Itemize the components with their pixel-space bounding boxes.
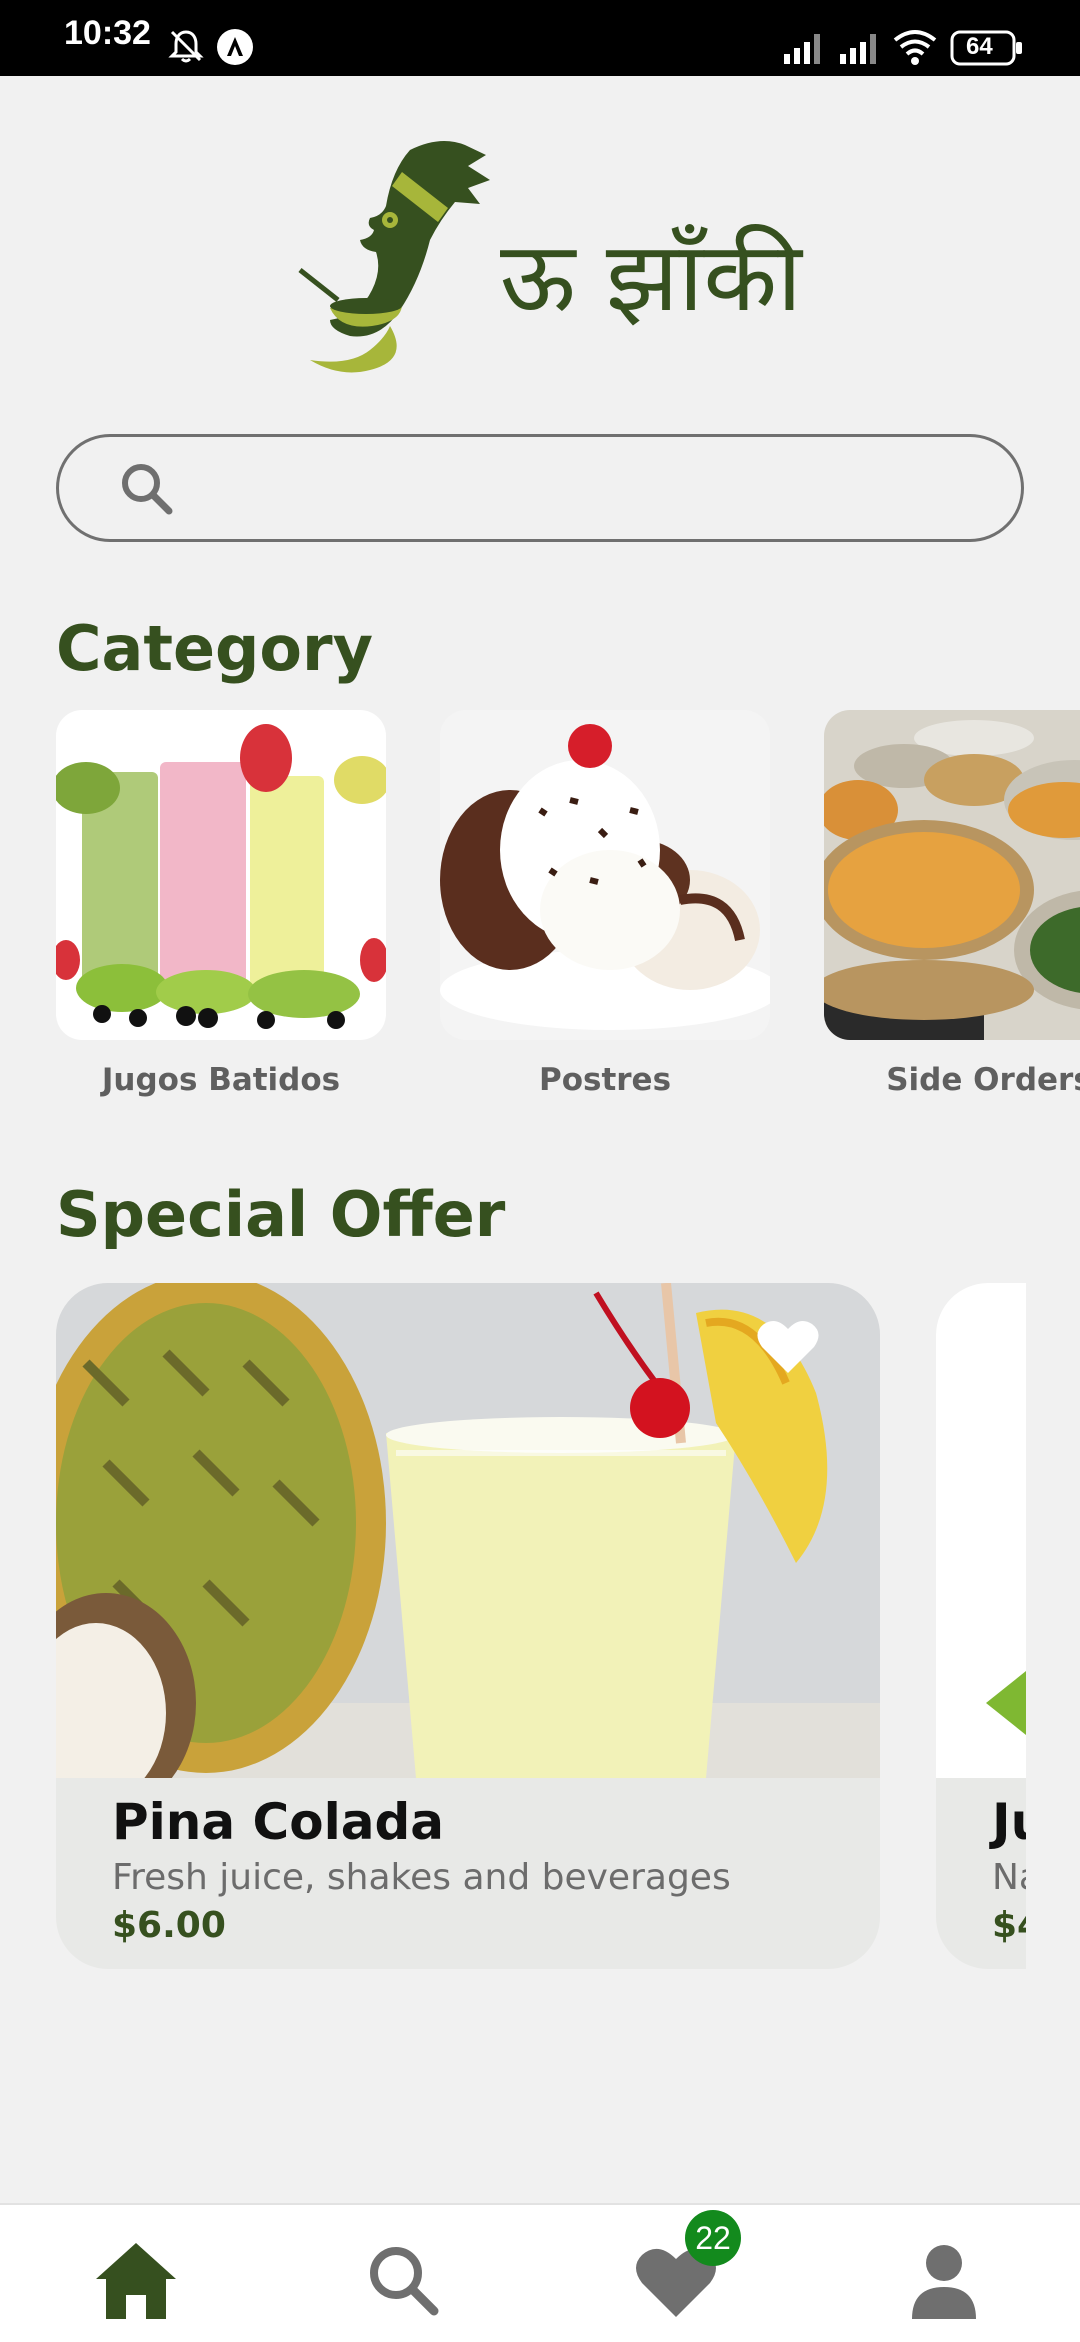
- category-image-side-orders: [824, 710, 1080, 1040]
- offer-name: Pina Colada: [112, 1793, 444, 1851]
- search-input[interactable]: [189, 457, 973, 523]
- category-image-dessert: [440, 710, 770, 1040]
- offer-card-pina-colada[interactable]: Pina Colada Fresh juice, shakes and beve…: [56, 1283, 880, 1969]
- person-icon[interactable]: [896, 2233, 992, 2329]
- brand-logo: ऊ झाँकी: [290, 130, 810, 380]
- category-image-smoothies: [56, 710, 386, 1040]
- status-bar: 10:32 64: [0, 0, 1080, 76]
- home-icon[interactable]: [88, 2233, 184, 2329]
- category-title: Category: [56, 612, 373, 685]
- wifi-icon: [893, 30, 937, 65]
- category-label: Jugos Batidos: [101, 1062, 341, 1098]
- bottom-navigation: [0, 2203, 1080, 2342]
- signal-icon: [840, 34, 876, 64]
- signal-icon: [784, 34, 820, 64]
- special-offer-list[interactable]: Pina Colada Fresh juice, shakes and beve…: [56, 1283, 1026, 1973]
- category-label: Postres: [538, 1062, 672, 1098]
- category-label: Side Orders: [886, 1062, 1080, 1098]
- offer-price: $4: [992, 1905, 1026, 1946]
- category-item-postres[interactable]: Postres: [440, 710, 770, 1098]
- special-offer-title: Special Offer: [56, 1178, 506, 1251]
- offer-name: Ju: [992, 1793, 1026, 1851]
- offer-description: Na: [992, 1857, 1026, 1898]
- battery-level: 64: [966, 33, 993, 60]
- offer-image-next: [936, 1283, 1026, 1778]
- offer-card-next[interactable]: Ju Na $4: [936, 1283, 1026, 1969]
- category-item-jugos-batidos[interactable]: Jugos Batidos: [56, 710, 386, 1098]
- search-icon[interactable]: [356, 2233, 452, 2329]
- search-icon: [122, 464, 173, 515]
- favorite-heart-icon[interactable]: [756, 1319, 820, 1375]
- bell-off-icon: [168, 30, 204, 63]
- app-notification-icon: [217, 29, 253, 65]
- logo-text: ऊ झाँकी: [500, 221, 802, 333]
- offer-description: Fresh juice, shakes and beverages: [112, 1857, 731, 1898]
- status-time: 10:32: [64, 14, 151, 52]
- favorites-badge: 22: [685, 2210, 741, 2266]
- offer-price: $6.00: [112, 1905, 226, 1946]
- search-bar[interactable]: [56, 434, 1024, 542]
- category-list[interactable]: Jugos Batidos Postres Side Orders: [56, 710, 1080, 1130]
- logo-mark: [298, 141, 490, 373]
- category-item-side-orders[interactable]: Side Orders: [824, 710, 1080, 1098]
